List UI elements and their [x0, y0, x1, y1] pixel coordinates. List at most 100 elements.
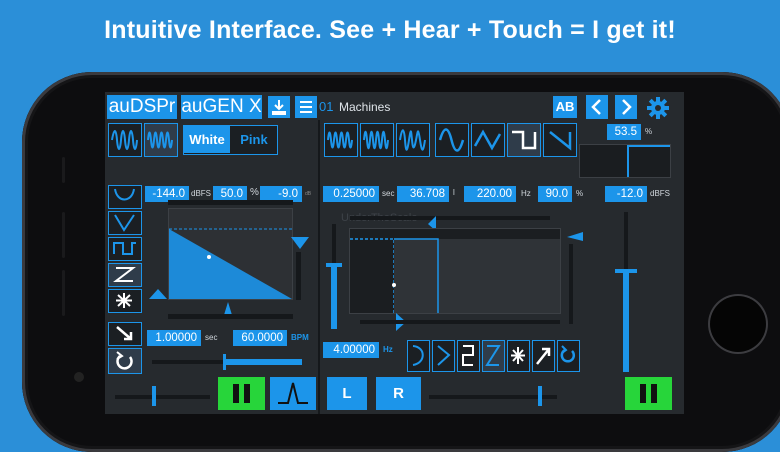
envelope-period-unit: sec: [205, 333, 218, 342]
osc-duration-unit: sec: [382, 189, 395, 198]
master-level-slider-thumb[interactable]: [615, 269, 637, 273]
app-screen: auDSPr auGEN X 01 Machines AB White Pink…: [105, 92, 684, 414]
dense-wave-icon: [363, 130, 389, 150]
envelope-top-slider-track[interactable]: [168, 200, 293, 205]
osc-duty-unit: %: [576, 189, 584, 198]
mod-curve-button[interactable]: [407, 340, 430, 372]
prev-preset-button[interactable]: [586, 95, 608, 119]
pwm-top-line: [628, 145, 670, 147]
white-noise-button[interactable]: White: [184, 126, 230, 153]
curve-right-icon: [412, 345, 424, 366]
envelope-display[interactable]: [168, 208, 293, 300]
envelope-curve-button[interactable]: [108, 185, 142, 209]
mod-triangle-button[interactable]: [432, 340, 455, 372]
chevron-left-icon: [591, 99, 601, 115]
osc-square-button[interactable]: [507, 123, 541, 157]
sawtooth-wave-icon: [549, 131, 572, 151]
osc-wave-button-2[interactable]: [360, 123, 394, 157]
left-volume-slider-track[interactable]: [115, 395, 210, 399]
envelope-direction-button[interactable]: [108, 322, 142, 346]
envelope-bpm-field[interactable]: 60.0000: [233, 330, 287, 346]
osc-frequency-unit: Hz: [521, 189, 531, 198]
envelope-bpm-unit: BPM: [291, 333, 309, 342]
osc-level-field[interactable]: -12.0: [605, 186, 647, 202]
pan-slider-thumb[interactable]: [538, 386, 542, 406]
envelope-graph: [169, 228, 292, 299]
settings-button[interactable]: [646, 96, 670, 120]
play-pause-button[interactable]: [218, 377, 265, 410]
ab-compare-button[interactable]: AB: [553, 96, 577, 118]
osc-frequency-field[interactable]: 220.00: [464, 186, 516, 202]
envelope-shape-unit: %: [250, 187, 259, 198]
peak-icon: [278, 382, 308, 404]
envelope-left-marker-icon[interactable]: [148, 288, 168, 300]
pause-icon: [640, 384, 657, 403]
mod-loop-button[interactable]: [557, 340, 580, 372]
envelope-rate-slider-thumb[interactable]: [223, 354, 226, 370]
mod-direction-button[interactable]: [532, 340, 555, 372]
pause-icon: [233, 384, 250, 403]
preset-list-button[interactable]: [295, 96, 317, 118]
pwm-field[interactable]: 53.5: [607, 124, 641, 140]
envelope-third-unit: dB: [305, 191, 312, 197]
save-preset-button[interactable]: [268, 96, 290, 118]
envelope-loop-button[interactable]: [108, 348, 142, 374]
envelope-right-slider-track[interactable]: [296, 252, 301, 300]
envelope-square-button[interactable]: [108, 237, 142, 261]
envelope-saw-button[interactable]: [108, 263, 142, 287]
gear-icon: [647, 97, 669, 119]
mod-random-button[interactable]: [507, 340, 530, 372]
osc-wave-button-1[interactable]: [324, 123, 358, 157]
envelope-right-marker-icon[interactable]: [290, 236, 310, 250]
sawtooth-icon: [113, 267, 136, 282]
noise-wave-button-1[interactable]: [108, 123, 142, 157]
tab-augen[interactable]: auGEN X: [181, 95, 262, 119]
envelope-level-unit: dBFS: [191, 189, 212, 198]
envelope-period-field[interactable]: 1.00000: [147, 330, 201, 346]
osc-top-slider-track[interactable]: [350, 216, 550, 220]
mod-square-button[interactable]: [457, 340, 480, 372]
osc-play-pause-button[interactable]: [625, 377, 672, 410]
envelope-random-button[interactable]: [108, 289, 142, 313]
arrow-down-right-icon: [116, 326, 133, 341]
osc-vertical-slider-fill: [331, 266, 337, 329]
noise-wave-button-2[interactable]: [144, 123, 178, 157]
pwm-preview[interactable]: [579, 144, 671, 178]
home-button[interactable]: [710, 296, 766, 352]
osc-vertical-slider-thumb[interactable]: [326, 263, 342, 267]
left-volume-slider-thumb[interactable]: [152, 386, 156, 406]
noise-wave-icon: [111, 130, 138, 150]
osc-saw-button[interactable]: [543, 123, 577, 157]
osc-wave-button-3[interactable]: [396, 123, 430, 157]
osc-ms-field[interactable]: 36.708: [397, 186, 449, 202]
headline: Intuitive Interface. See + Hear + Touch …: [104, 16, 676, 44]
osc-duration-field[interactable]: 0.25000: [323, 186, 379, 202]
osc-rate-unit: Hz: [383, 345, 393, 354]
envelope-trigger-button[interactable]: [270, 377, 316, 410]
osc-right-marker-icon[interactable]: [566, 232, 584, 242]
osc-duty-field[interactable]: 90.0: [538, 186, 572, 202]
mod-saw-button[interactable]: [482, 340, 505, 372]
curve-up-icon: [114, 188, 135, 201]
envelope-rate-slider-fill: [225, 359, 302, 365]
pink-noise-button[interactable]: Pink: [232, 126, 276, 153]
preset-name[interactable]: Machines: [339, 100, 390, 114]
envelope-triangle-button[interactable]: [108, 211, 142, 235]
arrow-up-right-icon: [536, 347, 551, 365]
osc-ms-unit: l: [453, 188, 455, 197]
square-mod-icon: [462, 345, 474, 366]
next-preset-button[interactable]: [615, 95, 637, 119]
asterisk-icon: [116, 293, 132, 308]
osc-right-slider-track[interactable]: [569, 244, 573, 324]
right-channel-button[interactable]: R: [376, 377, 421, 410]
osc-bottom-slider-track[interactable]: [360, 320, 560, 324]
osc-triangle-button[interactable]: [471, 123, 505, 157]
envelope-bottom-slider-track[interactable]: [168, 314, 293, 319]
triangle-wave-icon: [473, 129, 502, 151]
asterisk-icon: [511, 347, 525, 364]
osc-sine-button[interactable]: [435, 123, 469, 157]
oscillator-display[interactable]: [349, 228, 561, 314]
tab-audspr[interactable]: auDSPr: [107, 95, 177, 119]
osc-rate-field[interactable]: 4.00000: [323, 342, 379, 358]
left-channel-button[interactable]: L: [327, 377, 367, 410]
